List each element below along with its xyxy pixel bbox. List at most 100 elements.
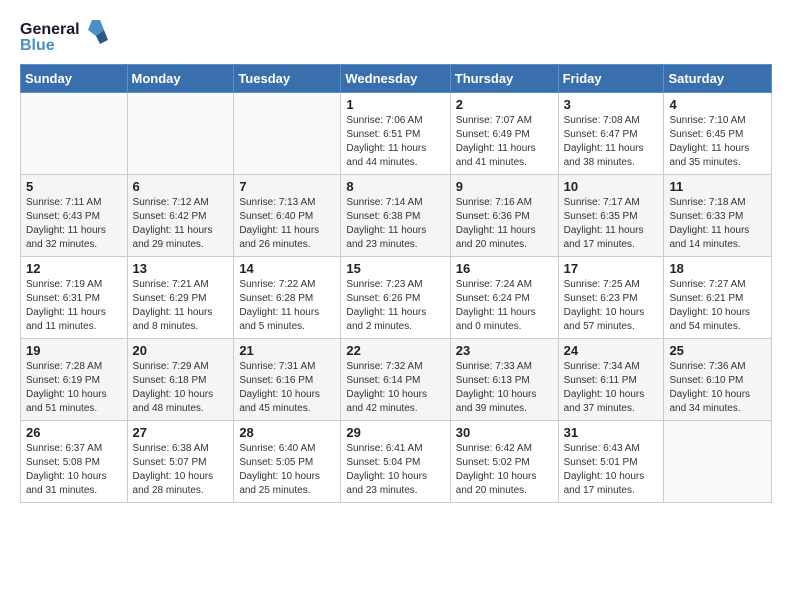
calendar-cell: 9 Sunrise: 7:16 AMSunset: 6:36 PMDaylight… <box>450 175 558 257</box>
day-header-monday: Monday <box>127 65 234 93</box>
calendar-cell: 29 Sunrise: 6:41 AMSunset: 5:04 PMDayligh… <box>341 421 450 503</box>
day-info: Sunrise: 7:11 AMSunset: 6:43 PMDaylight:… <box>26 196 122 252</box>
day-number: 20 <box>133 343 229 358</box>
day-info: Sunrise: 6:41 AMSunset: 5:04 PMDaylight:… <box>346 442 444 498</box>
day-info: Sunrise: 7:33 AMSunset: 6:13 PMDaylight:… <box>456 360 553 416</box>
calendar-cell: 30Sunrise: 6:42 AMSunset: 5:02 PMDayligh… <box>450 421 558 503</box>
day-info: Sunrise: 7:07 AMSunset: 6:49 PMDaylight:… <box>456 114 553 170</box>
day-info: Sunrise: 7:23 AMSunset: 6:26 PMDaylight:… <box>346 278 444 334</box>
calendar-week-row: 12 Sunrise: 7:19 AMSunset: 6:31 PMDayligh… <box>21 257 772 339</box>
calendar-cell: 26 Sunrise: 6:37 AMSunset: 5:08 PMDayligh… <box>21 421 128 503</box>
day-info: Sunrise: 7:27 AMSunset: 6:21 PMDaylight:… <box>669 278 766 334</box>
day-info: Sunrise: 7:29 AMSunset: 6:18 PMDaylight:… <box>133 360 229 416</box>
calendar-cell: 3 Sunrise: 7:08 AMSunset: 6:47 PMDaylight… <box>558 93 664 175</box>
calendar-week-row: 1 Sunrise: 7:06 AMSunset: 6:51 PMDaylight… <box>21 93 772 175</box>
calendar-table: SundayMondayTuesdayWednesdayThursdayFrid… <box>20 64 772 503</box>
day-number: 19 <box>26 343 122 358</box>
day-info: Sunrise: 7:24 AMSunset: 6:24 PMDaylight:… <box>456 278 553 334</box>
calendar-cell: 2 Sunrise: 7:07 AMSunset: 6:49 PMDaylight… <box>450 93 558 175</box>
day-number: 26 <box>26 425 122 440</box>
calendar-cell: 19 Sunrise: 7:28 AMSunset: 6:19 PMDayligh… <box>21 339 128 421</box>
day-info: Sunrise: 6:38 AMSunset: 5:07 PMDaylight:… <box>133 442 229 498</box>
day-info: Sunrise: 6:40 AMSunset: 5:05 PMDaylight:… <box>239 442 335 498</box>
day-number: 22 <box>346 343 444 358</box>
calendar-cell: 5Sunrise: 7:11 AMSunset: 6:43 PMDaylight… <box>21 175 128 257</box>
day-number: 29 <box>346 425 444 440</box>
calendar-cell: 6 Sunrise: 7:12 AMSunset: 6:42 PMDaylight… <box>127 175 234 257</box>
calendar-cell <box>234 93 341 175</box>
calendar-cell: 15 Sunrise: 7:23 AMSunset: 6:26 PMDayligh… <box>341 257 450 339</box>
day-info: Sunrise: 7:19 AMSunset: 6:31 PMDaylight:… <box>26 278 122 334</box>
day-info: Sunrise: 7:08 AMSunset: 6:47 PMDaylight:… <box>564 114 659 170</box>
calendar-week-row: 19 Sunrise: 7:28 AMSunset: 6:19 PMDayligh… <box>21 339 772 421</box>
day-number: 21 <box>239 343 335 358</box>
calendar-cell: 1 Sunrise: 7:06 AMSunset: 6:51 PMDaylight… <box>341 93 450 175</box>
day-header-wednesday: Wednesday <box>341 65 450 93</box>
calendar-cell: 21 Sunrise: 7:31 AMSunset: 6:16 PMDayligh… <box>234 339 341 421</box>
calendar-cell <box>127 93 234 175</box>
day-number: 2 <box>456 97 553 112</box>
calendar-cell: 14Sunrise: 7:22 AMSunset: 6:28 PMDayligh… <box>234 257 341 339</box>
day-number: 16 <box>456 261 553 276</box>
logo-icon: General Blue <box>20 16 110 56</box>
calendar-cell: 18 Sunrise: 7:27 AMSunset: 6:21 PMDayligh… <box>664 257 772 339</box>
svg-text:Blue: Blue <box>20 37 55 54</box>
calendar-cell <box>21 93 128 175</box>
svg-text:General: General <box>20 21 80 38</box>
day-info: Sunrise: 7:32 AMSunset: 6:14 PMDaylight:… <box>346 360 444 416</box>
calendar-cell: 24Sunrise: 7:34 AMSunset: 6:11 PMDayligh… <box>558 339 664 421</box>
day-info: Sunrise: 7:21 AMSunset: 6:29 PMDaylight:… <box>133 278 229 334</box>
day-info: Sunrise: 7:36 AMSunset: 6:10 PMDaylight:… <box>669 360 766 416</box>
day-header-friday: Friday <box>558 65 664 93</box>
day-header-thursday: Thursday <box>450 65 558 93</box>
day-number: 18 <box>669 261 766 276</box>
day-number: 28 <box>239 425 335 440</box>
day-number: 25 <box>669 343 766 358</box>
day-info: Sunrise: 7:25 AMSunset: 6:23 PMDaylight:… <box>564 278 659 334</box>
day-info: Sunrise: 7:14 AMSunset: 6:38 PMDaylight:… <box>346 196 444 252</box>
day-info: Sunrise: 7:31 AMSunset: 6:16 PMDaylight:… <box>239 360 335 416</box>
calendar-cell: 23 Sunrise: 7:33 AMSunset: 6:13 PMDayligh… <box>450 339 558 421</box>
day-header-sunday: Sunday <box>21 65 128 93</box>
day-info: Sunrise: 6:43 AMSunset: 5:01 PMDaylight:… <box>564 442 659 498</box>
calendar-cell: 4Sunrise: 7:10 AMSunset: 6:45 PMDaylight… <box>664 93 772 175</box>
day-number: 23 <box>456 343 553 358</box>
day-number: 3 <box>564 97 659 112</box>
logo: General Blue <box>20 16 110 56</box>
day-number: 9 <box>456 179 553 194</box>
calendar-cell: 13Sunrise: 7:21 AMSunset: 6:29 PMDayligh… <box>127 257 234 339</box>
calendar-cell: 28 Sunrise: 6:40 AMSunset: 5:05 PMDayligh… <box>234 421 341 503</box>
day-info: Sunrise: 7:28 AMSunset: 6:19 PMDaylight:… <box>26 360 122 416</box>
day-info: Sunrise: 7:12 AMSunset: 6:42 PMDaylight:… <box>133 196 229 252</box>
day-header-saturday: Saturday <box>664 65 772 93</box>
day-number: 1 <box>346 97 444 112</box>
calendar-cell: 31 Sunrise: 6:43 AMSunset: 5:01 PMDayligh… <box>558 421 664 503</box>
day-header-tuesday: Tuesday <box>234 65 341 93</box>
calendar-cell: 10 Sunrise: 7:17 AMSunset: 6:35 PMDayligh… <box>558 175 664 257</box>
day-number: 12 <box>26 261 122 276</box>
day-number: 27 <box>133 425 229 440</box>
header: General Blue <box>20 16 772 56</box>
calendar-week-row: 26 Sunrise: 6:37 AMSunset: 5:08 PMDayligh… <box>21 421 772 503</box>
calendar-cell: 27 Sunrise: 6:38 AMSunset: 5:07 PMDayligh… <box>127 421 234 503</box>
calendar-header-row: SundayMondayTuesdayWednesdayThursdayFrid… <box>21 65 772 93</box>
day-info: Sunrise: 7:18 AMSunset: 6:33 PMDaylight:… <box>669 196 766 252</box>
calendar-cell: 7Sunrise: 7:13 AMSunset: 6:40 PMDaylight… <box>234 175 341 257</box>
day-number: 31 <box>564 425 659 440</box>
calendar-cell: 22 Sunrise: 7:32 AMSunset: 6:14 PMDayligh… <box>341 339 450 421</box>
day-number: 24 <box>564 343 659 358</box>
day-info: Sunrise: 6:37 AMSunset: 5:08 PMDaylight:… <box>26 442 122 498</box>
day-info: Sunrise: 7:13 AMSunset: 6:40 PMDaylight:… <box>239 196 335 252</box>
day-number: 15 <box>346 261 444 276</box>
day-number: 10 <box>564 179 659 194</box>
day-info: Sunrise: 7:06 AMSunset: 6:51 PMDaylight:… <box>346 114 444 170</box>
day-info: Sunrise: 7:16 AMSunset: 6:36 PMDaylight:… <box>456 196 553 252</box>
day-number: 11 <box>669 179 766 194</box>
day-info: Sunrise: 7:17 AMSunset: 6:35 PMDaylight:… <box>564 196 659 252</box>
day-info: Sunrise: 6:42 AMSunset: 5:02 PMDaylight:… <box>456 442 553 498</box>
day-number: 17 <box>564 261 659 276</box>
calendar-cell: 25 Sunrise: 7:36 AMSunset: 6:10 PMDayligh… <box>664 339 772 421</box>
calendar-cell: 12 Sunrise: 7:19 AMSunset: 6:31 PMDayligh… <box>21 257 128 339</box>
calendar-cell: 17 Sunrise: 7:25 AMSunset: 6:23 PMDayligh… <box>558 257 664 339</box>
day-number: 6 <box>133 179 229 194</box>
